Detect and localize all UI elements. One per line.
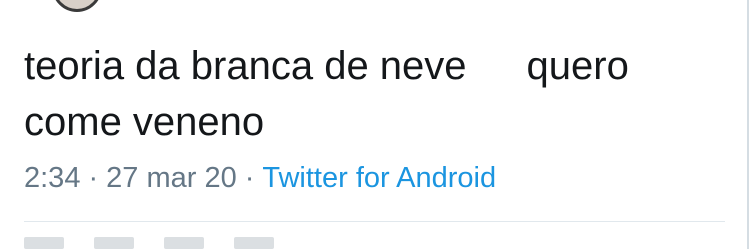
tweet-text-line-2: come veneno [24, 100, 265, 144]
stat-placeholder [94, 237, 134, 249]
tweet-stats-row [24, 236, 464, 249]
avatar[interactable] [52, 0, 102, 12]
tweet-text: teoria da branca de neve quero come venen… [24, 38, 724, 150]
divider [24, 221, 725, 222]
stat-placeholder [234, 237, 274, 249]
tweet-source-link[interactable]: Twitter for Android [262, 162, 496, 194]
tweet-meta: 2:34 · 27 mar 20 · Twitter for Android [24, 160, 496, 196]
stat-placeholder [24, 237, 64, 249]
tweet-text-line-1-part-a: teoria da branca de neve [24, 44, 467, 88]
stat-placeholder [164, 237, 204, 249]
tweet-text-line-1: teoria da branca de neve quero [24, 38, 724, 94]
tweet-text-line-1-part-b: quero [526, 44, 629, 88]
tweet-date[interactable]: 27 mar 20 [106, 162, 237, 194]
separator: · [88, 162, 99, 194]
tweet-time[interactable]: 2:34 [24, 162, 80, 194]
separator: · [244, 162, 255, 194]
